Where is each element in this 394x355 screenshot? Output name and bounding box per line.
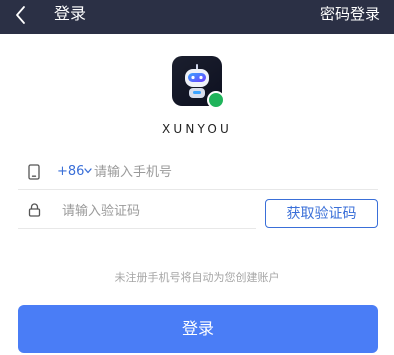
- login-button[interactable]: 登录: [18, 305, 378, 353]
- code-field-row: [18, 194, 256, 229]
- chevron-down-icon[interactable]: [84, 168, 92, 174]
- login-screen: 登录 密码登录 XUNYOU +86 请输入手机号 请输入验证码 获取验证码 未…: [0, 0, 394, 355]
- phone-field-row: +86: [18, 155, 378, 190]
- brand-name: XUNYOU: [161, 122, 233, 136]
- page-title: 登录: [54, 4, 87, 23]
- country-code-selector[interactable]: +86: [57, 163, 84, 181]
- verification-code-input[interactable]: [62, 201, 247, 221]
- chevron-left-icon: [16, 6, 25, 24]
- back-button[interactable]: [14, 2, 36, 28]
- phone-icon: [28, 164, 40, 180]
- verified-badge-icon: [207, 91, 225, 109]
- password-login-link[interactable]: 密码登录: [320, 3, 380, 25]
- app-logo: [172, 56, 225, 109]
- phone-input[interactable]: [94, 162, 364, 182]
- auto-register-notice: 未注册手机号将自动为您创建账户: [114, 271, 280, 284]
- top-bar: 登录 密码登录: [0, 0, 394, 34]
- lock-icon: [28, 203, 41, 217]
- get-code-button[interactable]: 获取验证码: [265, 199, 378, 228]
